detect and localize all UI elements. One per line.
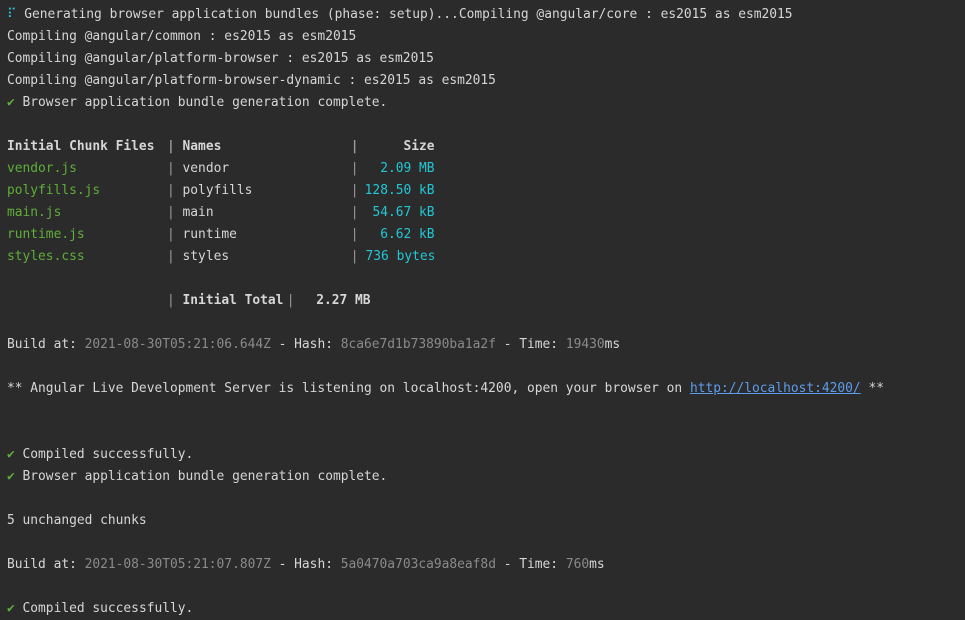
chunk-size: 736 bytes <box>365 249 436 264</box>
check-icon: ✔ <box>7 95 15 110</box>
chunk-name: main <box>182 205 214 220</box>
status-line: ✔ Browser application bundle generation … <box>7 469 388 484</box>
build-hash: 5a0470a703ca9a8eaf8d <box>340 557 496 572</box>
chunk-size: 54.67 kB <box>372 205 435 220</box>
chunk-file: styles.css <box>7 249 85 264</box>
build-timestamp: 2021-08-30T05:21:06.644Z <box>84 337 271 352</box>
total-value: 2.27 MB <box>316 293 371 308</box>
table-row: styles.css | styles | 736 bytes <box>7 246 965 268</box>
header-files: Initial Chunk Files <box>7 139 155 154</box>
header-size: Size <box>403 139 435 154</box>
chunk-size: 128.50 kB <box>364 183 435 198</box>
build-info-line: Build at: 2021-08-30T05:21:06.644Z - Has… <box>7 337 621 352</box>
unchanged-line: 5 unchanged chunks <box>7 513 147 528</box>
chunk-file: vendor.js <box>7 161 77 176</box>
status-line: ✔ Compiled successfully. <box>7 601 194 616</box>
status-line: ✔ Compiled successfully. <box>7 447 194 462</box>
chunk-file: runtime.js <box>7 227 85 242</box>
table-total-row: | Initial Total | 2.27 MB <box>7 290 965 312</box>
table-row: runtime.js | runtime | 6.62 kB <box>7 224 965 246</box>
total-label: Initial Total <box>182 293 284 308</box>
table-row: main.js | main | 54.67 kB <box>7 202 965 224</box>
compile-line: Compiling @angular/platform-browser-dyna… <box>7 73 496 88</box>
chunk-name: runtime <box>182 227 237 242</box>
localhost-link[interactable]: http://localhost:4200/ <box>690 381 861 396</box>
chunk-size: 6.62 kB <box>380 227 435 242</box>
check-icon: ✔ <box>7 447 15 462</box>
build-time: 19430 <box>565 337 605 352</box>
header-names: Names <box>182 139 222 154</box>
compile-line: Compiling @angular/common : es2015 as es… <box>7 29 357 44</box>
chunk-name: styles <box>182 249 230 264</box>
chunk-name: vendor <box>182 161 230 176</box>
build-info-line: Build at: 2021-08-30T05:21:07.807Z - Has… <box>7 557 605 572</box>
status-line: ✔ Browser application bundle generation … <box>7 95 388 110</box>
terminal-output: ⠏ Generating browser application bundles… <box>0 0 965 620</box>
chunk-table-header: Initial Chunk Files | Names | Size <box>7 136 965 158</box>
progress-line: ⠏ Generating browser application bundles… <box>7 7 793 22</box>
build-time: 760 <box>565 557 590 572</box>
compile-line: Compiling @angular/platform-browser : es… <box>7 51 434 66</box>
build-hash: 8ca6e7d1b73890ba1a2f <box>340 337 496 352</box>
check-icon: ✔ <box>7 469 15 484</box>
chunk-name: polyfills <box>182 183 253 198</box>
chunk-file: main.js <box>7 205 62 220</box>
table-row: polyfills.js | polyfills | 128.50 kB <box>7 180 965 202</box>
build-timestamp: 2021-08-30T05:21:07.807Z <box>84 557 271 572</box>
table-row: vendor.js | vendor | 2.09 MB <box>7 158 965 180</box>
chunk-size: 2.09 MB <box>380 161 435 176</box>
chunk-file: polyfills.js <box>7 183 101 198</box>
server-line: ** Angular Live Development Server is li… <box>7 381 884 396</box>
